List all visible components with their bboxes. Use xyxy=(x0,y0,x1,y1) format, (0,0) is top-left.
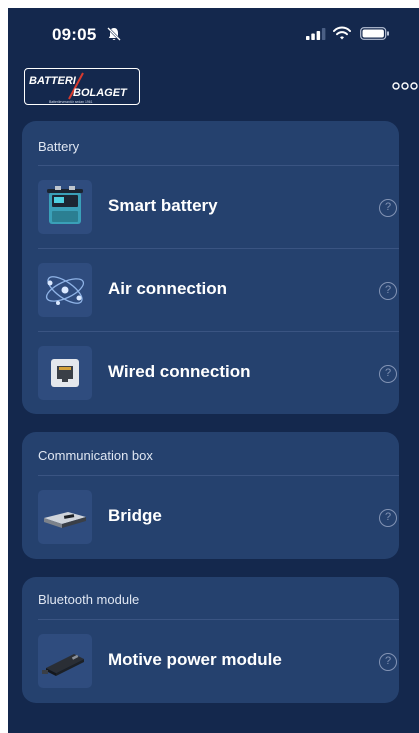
wired-connection-image xyxy=(38,346,92,400)
list-item-wired-connection[interactable]: Wired connection ? xyxy=(22,331,399,414)
divider xyxy=(38,475,399,476)
list-item-smart-battery[interactable]: Smart battery ? xyxy=(22,165,399,248)
signal-icon xyxy=(306,28,326,40)
help-icon[interactable]: ? xyxy=(379,282,397,300)
divider xyxy=(38,619,399,620)
item-label: Smart battery xyxy=(108,196,218,215)
help-icon[interactable]: ? xyxy=(379,365,397,383)
help-icon[interactable]: ? xyxy=(379,509,397,527)
bell-slash-icon xyxy=(107,27,121,41)
section-title: Battery xyxy=(38,139,80,154)
app-header: BATTERI BOLAGET Batterileverantör sedan … xyxy=(8,60,419,120)
item-label: Wired connection xyxy=(108,362,251,381)
air-connection-image xyxy=(38,263,92,317)
app-screen: 09:05 BATTERI BOLAGET Batterileverantör … xyxy=(8,8,419,733)
status-time: 09:05 xyxy=(52,25,97,44)
bottom-area xyxy=(8,713,419,733)
batteribolaget-logo: BATTERI BOLAGET Batterileverantör sedan … xyxy=(24,68,140,105)
item-label: Air connection xyxy=(108,279,228,298)
divider xyxy=(38,331,399,332)
more-dots-icon[interactable] xyxy=(392,80,418,92)
item-label: Motive power module xyxy=(108,650,282,669)
motive-power-module-image xyxy=(38,634,92,688)
item-label: Bridge xyxy=(108,506,162,525)
list-item-air-connection[interactable]: Air connection ? xyxy=(22,248,399,331)
status-bar: 09:05 xyxy=(8,8,419,56)
smart-battery-image xyxy=(38,180,92,234)
divider xyxy=(38,165,399,166)
section-title: Communication box xyxy=(38,448,153,463)
list-item-bridge[interactable]: Bridge ? xyxy=(22,475,399,558)
svg-text:BOLAGET: BOLAGET xyxy=(73,87,128,99)
section-battery: Battery Smart battery ? Air connection ?… xyxy=(22,121,399,414)
wifi-icon xyxy=(333,26,351,40)
divider xyxy=(38,248,399,249)
bridge-image xyxy=(38,490,92,544)
section-bluetooth-module: Bluetooth module Motive power module ? xyxy=(22,577,399,703)
help-icon[interactable]: ? xyxy=(379,653,397,671)
section-title: Bluetooth module xyxy=(38,592,140,607)
svg-text:Batterileverantör sedan 1961: Batterileverantör sedan 1961 xyxy=(49,100,93,104)
svg-text:BATTERI: BATTERI xyxy=(29,75,77,87)
battery-icon xyxy=(360,27,389,40)
list-item-motive-power-module[interactable]: Motive power module ? xyxy=(22,619,399,702)
help-icon[interactable]: ? xyxy=(379,199,397,217)
section-communication-box: Communication box Bridge ? xyxy=(22,432,399,559)
